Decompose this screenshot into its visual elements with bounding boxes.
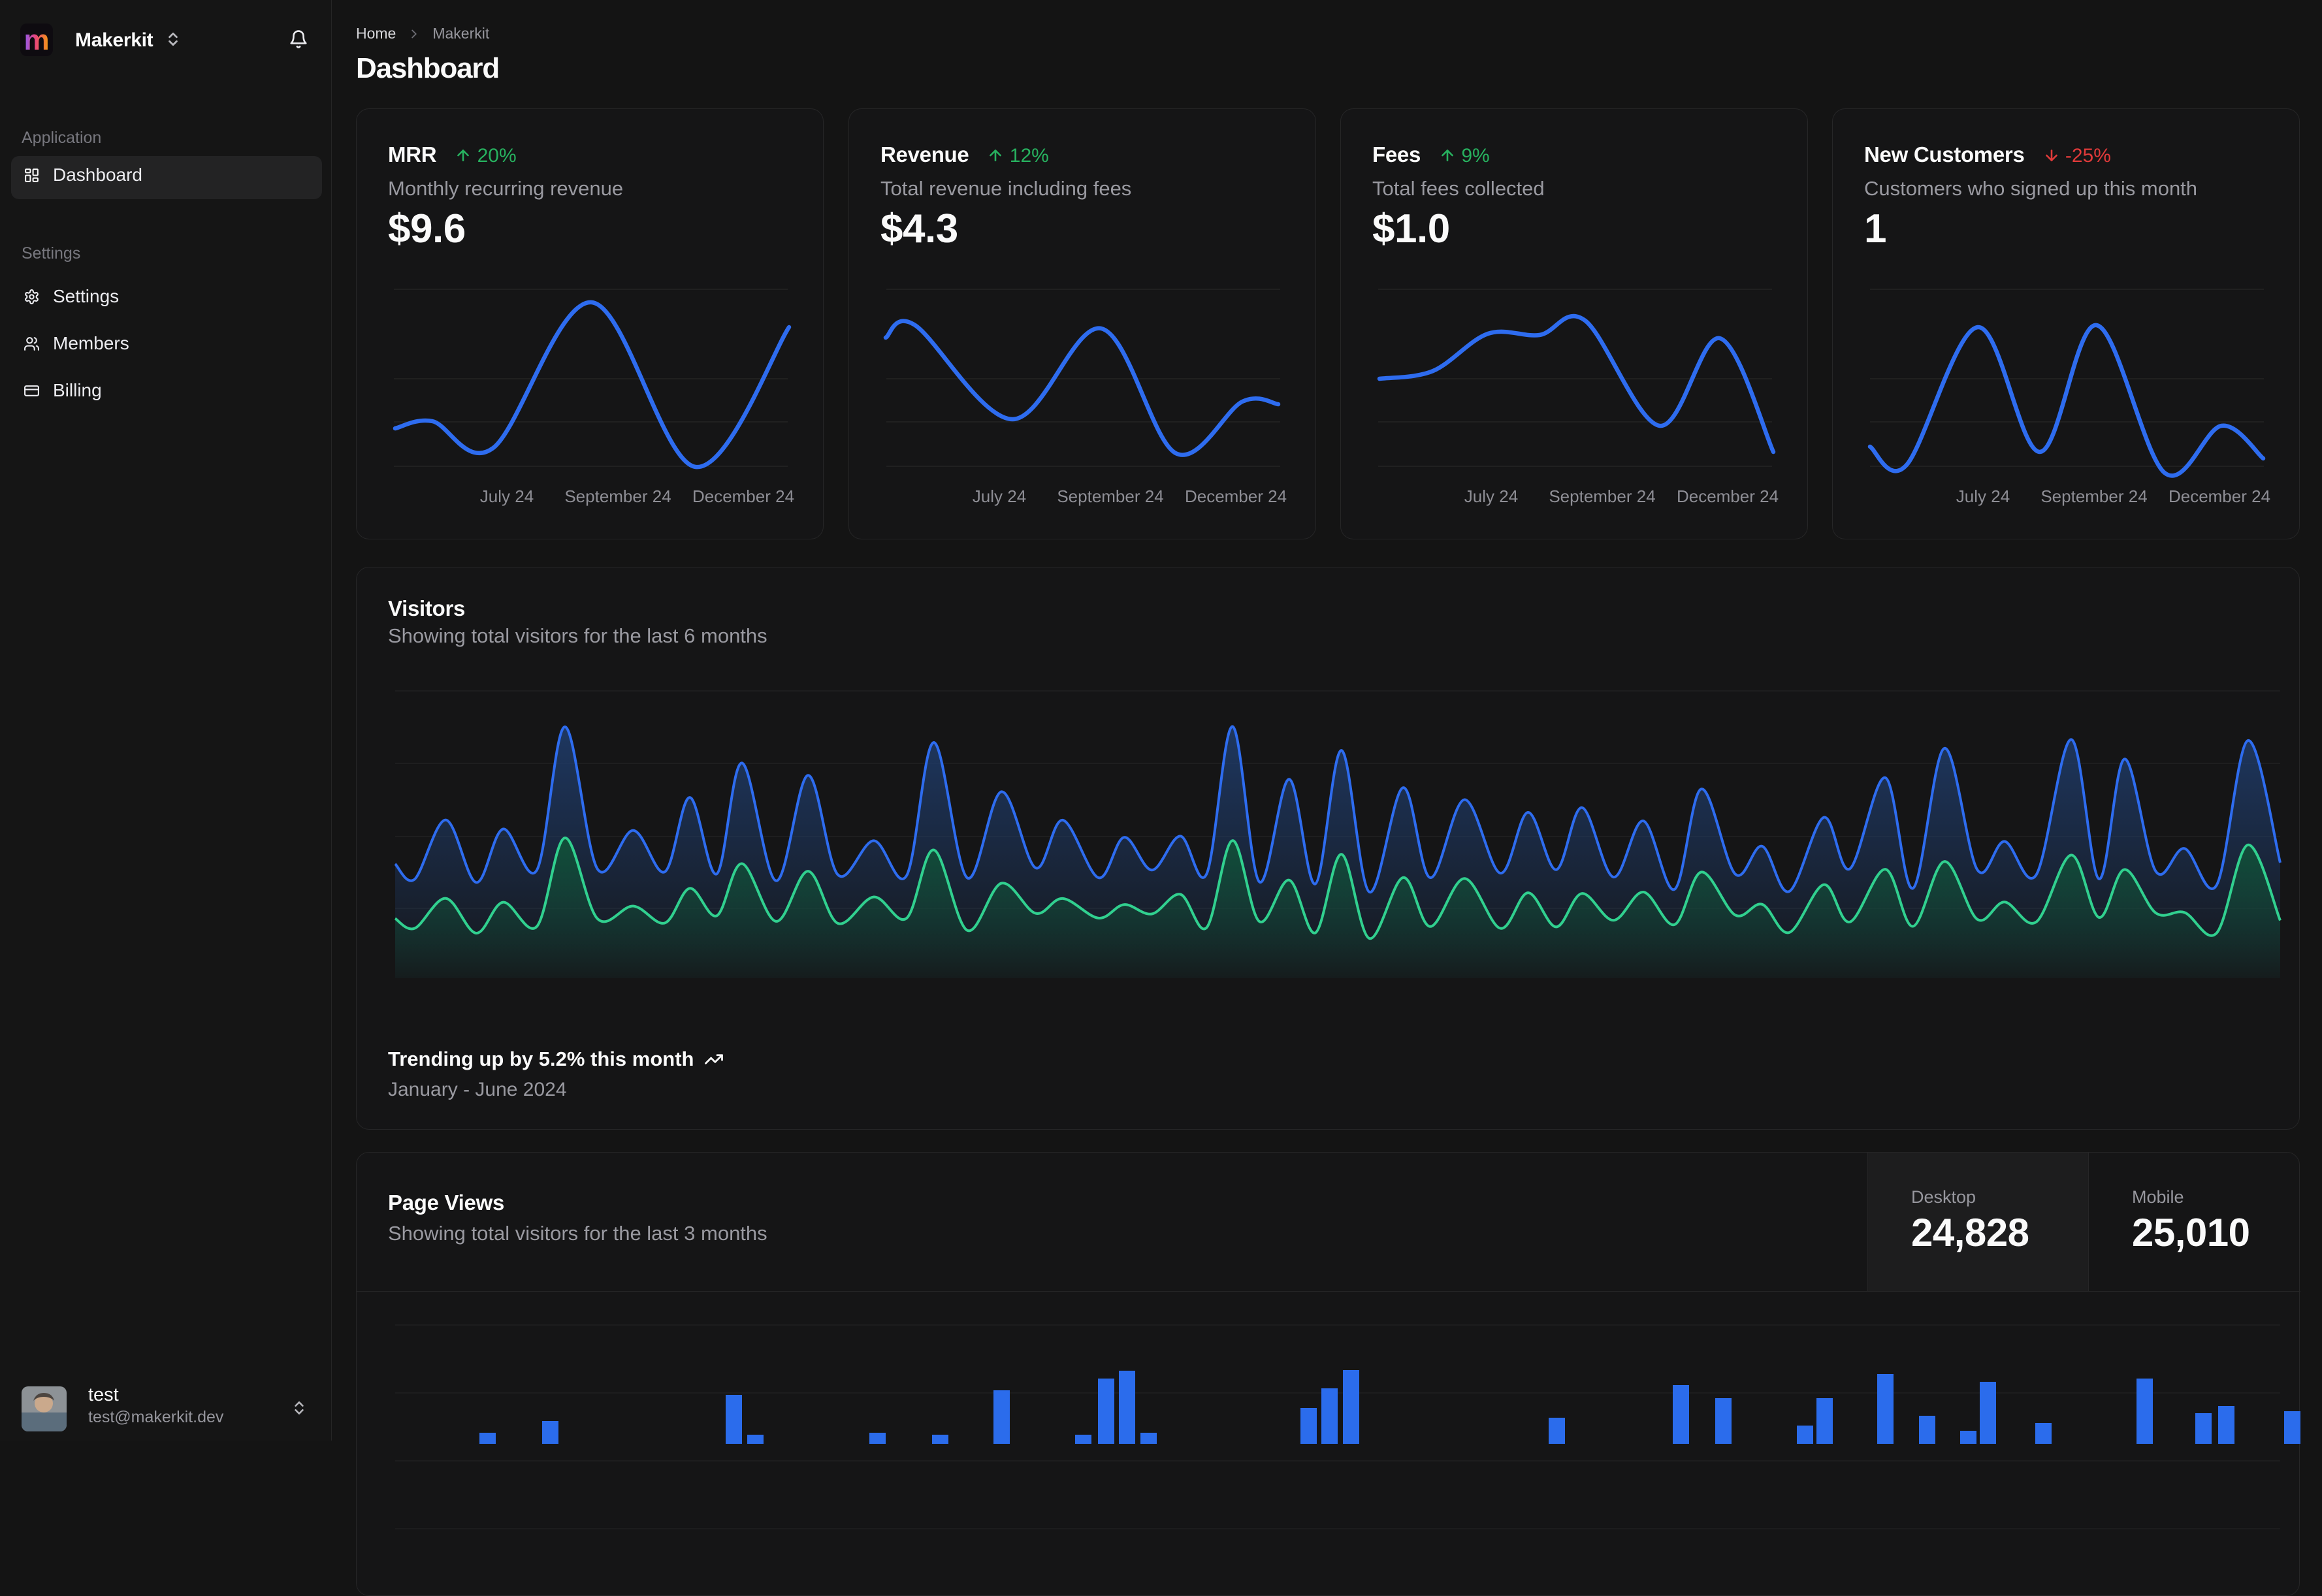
svg-text:July 24: July 24 [1956,487,2010,506]
svg-text:September 24: September 24 [564,487,671,506]
svg-text:July 24: July 24 [1464,487,1518,506]
svg-text:September 24: September 24 [1549,487,1655,506]
svg-text:September 24: September 24 [1057,487,1163,506]
svg-text:m: m [24,24,49,56]
svg-text:December 24: December 24 [692,487,794,506]
svg-text:July 24: July 24 [480,487,534,506]
svg-text:December 24: December 24 [2169,487,2270,506]
svg-text:December 24: December 24 [1185,487,1287,506]
svg-text:July 24: July 24 [973,487,1026,506]
svg-text:September 24: September 24 [2040,487,2147,506]
svg-text:December 24: December 24 [1677,487,1779,506]
